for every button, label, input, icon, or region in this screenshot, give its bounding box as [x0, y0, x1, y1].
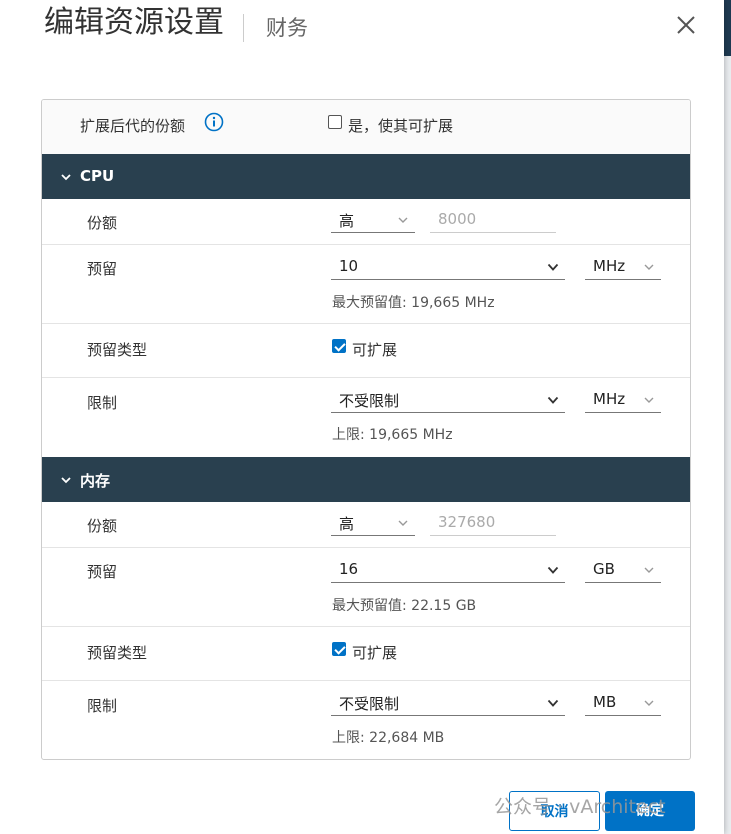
cpu-expandable-checkbox[interactable]: [332, 339, 346, 353]
cpu-reservation-unit: MHz: [593, 257, 626, 275]
expandable-shares-checkbox[interactable]: [328, 115, 342, 129]
chevron-down-icon: [398, 217, 408, 223]
cpu-shares-level-select[interactable]: 高: [331, 208, 415, 233]
chevron-down-icon: [644, 700, 654, 706]
cancel-button[interactable]: 取消: [509, 791, 600, 831]
chevron-down-icon: [398, 520, 408, 526]
cpu-limit-row: 限制 不受限制 MHz 上限: 19,665 MHz: [42, 378, 690, 458]
cpu-reservation-type-label: 预留类型: [87, 341, 148, 359]
memory-shares-level-value: 高: [339, 515, 355, 533]
memory-reservation-type-label: 预留类型: [87, 644, 148, 662]
memory-reservation-value: 16: [339, 560, 359, 578]
dialog-title: 编辑资源设置: [44, 5, 224, 40]
memory-limit-unit: MB: [593, 693, 617, 711]
cpu-section-title: CPU: [80, 167, 115, 185]
chevron-down-icon: [644, 264, 654, 270]
memory-max-reservation-hint: 最大预留值: 22.15 GB: [332, 598, 477, 614]
cpu-upper-limit-hint: 上限: 19,665 MHz: [332, 427, 453, 443]
title-divider: [243, 14, 244, 42]
memory-shares-value: 327680: [438, 513, 496, 531]
expandable-shares-label: 扩展后代的份额: [80, 117, 186, 135]
cpu-limit-label: 限制: [87, 394, 118, 412]
cpu-limit-value: 不受限制: [339, 392, 400, 410]
cpu-reservation-unit-select[interactable]: MHz: [585, 255, 661, 280]
memory-section-title: 内存: [80, 472, 111, 490]
cpu-max-reservation-hint: 最大预留值: 19,665 MHz: [332, 295, 495, 311]
chevron-down-icon: [60, 473, 72, 485]
chevron-down-icon: [547, 263, 559, 271]
memory-reservation-label: 预留: [87, 563, 118, 581]
memory-upper-limit-hint: 上限: 22,684 MB: [332, 730, 445, 746]
memory-section-header[interactable]: 内存: [42, 457, 690, 502]
memory-shares-level-select[interactable]: 高: [331, 511, 415, 536]
chevron-down-icon: [547, 699, 559, 707]
memory-limit-input[interactable]: 不受限制: [331, 691, 565, 716]
cpu-reservation-type-row: 预留类型 可扩展: [42, 324, 690, 378]
edit-resource-settings-dialog: 编辑资源设置 财务 扩展后代的份额 是，使其可扩展 CPU 份额 高 8000 …: [0, 0, 724, 834]
dialog-header: 编辑资源设置 财务: [44, 8, 704, 78]
cpu-limit-unit-select[interactable]: MHz: [585, 388, 661, 413]
chevron-down-icon: [644, 567, 654, 573]
memory-reservation-input[interactable]: 16: [331, 558, 565, 583]
memory-expandable-checkbox[interactable]: [332, 642, 346, 656]
cpu-section-header[interactable]: CPU: [42, 154, 690, 199]
chevron-down-icon: [60, 170, 72, 182]
memory-shares-label: 份额: [87, 517, 118, 535]
cpu-reservation-label: 预留: [87, 260, 118, 278]
memory-reservation-type-row: 预留类型 可扩展: [42, 627, 690, 681]
cpu-shares-label: 份额: [87, 214, 118, 232]
cpu-shares-level-value: 高: [339, 212, 355, 230]
cpu-shares-value-input: 8000: [430, 208, 556, 233]
memory-reservation-unit-select[interactable]: GB: [585, 558, 661, 583]
chevron-down-icon: [644, 397, 654, 403]
close-icon[interactable]: [675, 14, 697, 36]
memory-shares-value-input: 327680: [430, 511, 556, 536]
resource-settings-panel: 扩展后代的份额 是，使其可扩展 CPU 份额 高 8000 预留 10 MHz …: [41, 99, 691, 760]
info-icon[interactable]: [204, 112, 224, 132]
memory-limit-label: 限制: [87, 697, 118, 715]
cpu-shares-value: 8000: [438, 210, 477, 228]
expandable-shares-row: 扩展后代的份额 是，使其可扩展: [42, 100, 690, 155]
memory-shares-row: 份额 高 327680: [42, 502, 690, 548]
cpu-reservation-input[interactable]: 10: [331, 255, 565, 280]
chevron-down-icon: [547, 396, 559, 404]
ok-button[interactable]: 确定: [605, 791, 695, 831]
cpu-reservation-row: 预留 10 MHz 最大预留值: 19,665 MHz: [42, 245, 690, 324]
cpu-limit-input[interactable]: 不受限制: [331, 388, 565, 413]
cpu-reservation-value: 10: [339, 257, 359, 275]
memory-limit-row: 限制 不受限制 MB 上限: 22,684 MB: [42, 681, 690, 759]
memory-limit-value: 不受限制: [339, 695, 400, 713]
memory-reservation-row: 预留 16 GB 最大预留值: 22.15 GB: [42, 548, 690, 627]
cpu-limit-unit: MHz: [593, 390, 626, 408]
chevron-down-icon: [547, 566, 559, 574]
memory-limit-unit-select[interactable]: MB: [585, 691, 661, 716]
memory-expandable-label: 可扩展: [352, 644, 398, 662]
expandable-shares-checkbox-label: 是，使其可扩展: [348, 117, 454, 135]
dialog-subtitle: 财务: [266, 16, 308, 40]
cpu-shares-row: 份额 高 8000: [42, 199, 690, 245]
cpu-expandable-label: 可扩展: [352, 341, 398, 359]
memory-reservation-unit: GB: [593, 560, 615, 578]
